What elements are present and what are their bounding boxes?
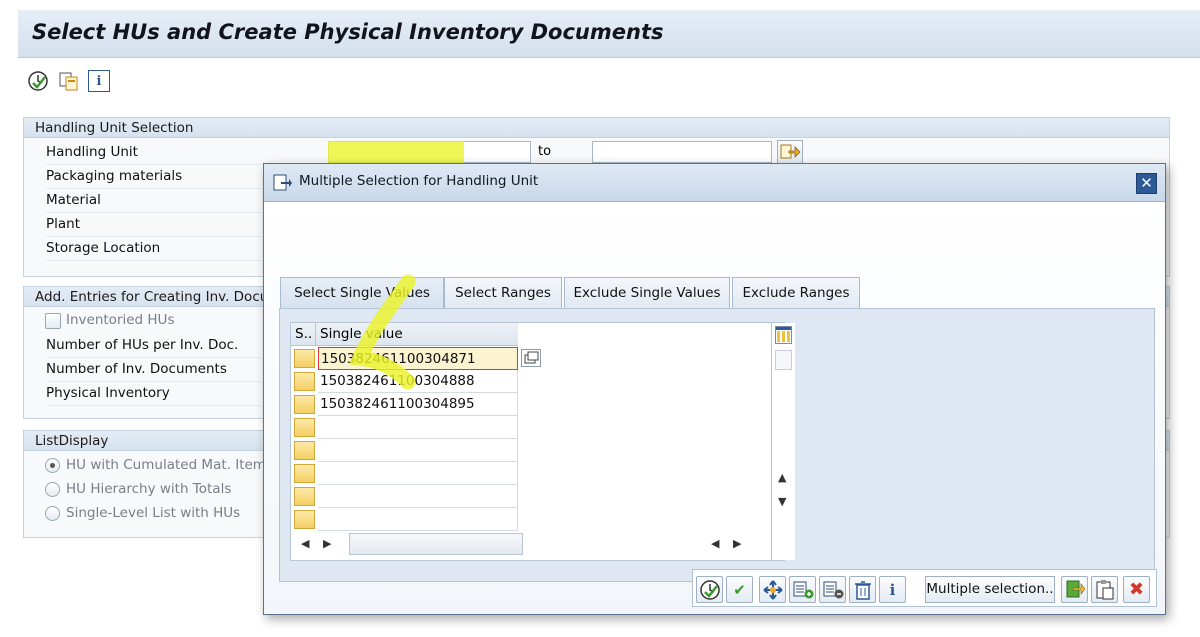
delete-line-button[interactable] <box>819 576 846 603</box>
single-value-cell-empty[interactable] <box>318 508 518 531</box>
inventoried-hus-checkbox[interactable] <box>45 313 61 329</box>
move-icon <box>762 579 783 600</box>
multiple-selection-icon <box>273 174 292 191</box>
field-label-packaging-materials: Packaging materials <box>46 165 261 189</box>
confirm-button[interactable]: ✔ <box>726 576 753 603</box>
to-label: to <box>538 144 552 159</box>
radio-label-hu-hierarchy: HU Hierarchy with Totals <box>66 481 232 497</box>
inventoried-hus-label: Inventoried HUs <box>66 312 175 328</box>
tab-exclude-ranges[interactable]: Exclude Ranges <box>732 277 860 308</box>
handling-unit-to-input[interactable] <box>592 141 772 163</box>
upload-clipboard-button[interactable] <box>1091 576 1118 603</box>
group-header: Handling Unit Selection <box>24 118 1169 138</box>
radio-hu-cumulated[interactable] <box>45 458 60 473</box>
scroll-up-icon[interactable]: ▲ <box>778 471 786 484</box>
scroll-right-icon[interactable]: ▶ <box>733 537 741 550</box>
page-title: Select HUs and Create Physical Inventory… <box>32 20 664 44</box>
import-button[interactable] <box>1061 576 1088 603</box>
clipboard-icon <box>1096 579 1113 599</box>
row-selector[interactable] <box>294 487 315 506</box>
cancel-button[interactable]: ✖ <box>1123 576 1150 603</box>
delete-all-button[interactable] <box>849 576 876 603</box>
execute-button[interactable] <box>696 576 723 603</box>
dialog-button-bar: ✔ i Multiple selection.. ✖ <box>692 569 1157 607</box>
field-label-material: Material <box>46 189 261 213</box>
scroll-right-icon[interactable]: ▶ <box>323 537 331 550</box>
radio-hu-hierarchy[interactable] <box>45 482 60 497</box>
row-selector[interactable] <box>294 349 315 368</box>
help-button[interactable]: i <box>879 576 906 603</box>
tab-exclude-single-values[interactable]: Exclude Single Values <box>564 277 730 308</box>
row-selector[interactable] <box>294 510 315 529</box>
radio-single-level[interactable] <box>45 506 60 521</box>
dialog-body: Select Single Values Select Ranges Exclu… <box>264 203 1165 614</box>
insert-line-button[interactable] <box>789 576 816 603</box>
close-button[interactable]: ✕ <box>1136 173 1157 194</box>
row-selector[interactable] <box>294 372 315 391</box>
import-icon <box>1066 580 1085 597</box>
execute-icon[interactable] <box>27 70 49 92</box>
multiple-selection-arrow-icon <box>780 144 801 159</box>
multiple-selection-button[interactable]: Multiple selection.. <box>925 576 1055 603</box>
column-settings-icon[interactable] <box>775 326 792 344</box>
tab-select-ranges[interactable]: Select Ranges <box>444 277 562 308</box>
scroll-left-icon[interactable]: ◀ <box>301 537 309 550</box>
copy-icon <box>524 351 539 364</box>
row-selector[interactable] <box>294 418 315 437</box>
highlight-marker <box>328 141 464 165</box>
info-icon[interactable]: i <box>88 70 110 92</box>
delete-row-icon <box>823 581 843 598</box>
multiple-selection-arrow-button[interactable] <box>777 140 803 164</box>
single-value-cell-empty[interactable] <box>318 462 518 485</box>
radio-label-single-level: Single-Level List with HUs <box>66 505 241 521</box>
application-toolbar: i <box>18 62 1200 102</box>
checkmark-icon: ✔ <box>733 580 746 599</box>
title-bar: Select HUs and Create Physical Inventory… <box>18 10 1200 58</box>
value-help-button[interactable] <box>521 349 541 367</box>
row-selector[interactable] <box>294 464 315 483</box>
vertical-scrollbar[interactable]: ▲ ▼ <box>771 323 795 560</box>
horizontal-scrollbar[interactable] <box>349 533 523 555</box>
field-label-number-of-docs: Number of Inv. Documents <box>46 358 261 382</box>
trash-icon <box>854 580 871 600</box>
dialog-title-bar: Multiple Selection for Handling Unit ✕ <box>264 164 1165 202</box>
row-selector[interactable] <box>294 441 315 460</box>
info-icon: i <box>889 580 896 599</box>
field-label-hus-per-doc: Number of HUs per Inv. Doc. <box>46 334 261 358</box>
dialog-title: Multiple Selection for Handling Unit <box>299 173 539 189</box>
column-header-selector: S.. <box>291 323 315 346</box>
scroll-down-icon[interactable]: ▼ <box>778 495 786 508</box>
field-label-storage-location: Storage Location <box>46 237 261 261</box>
scroll-thumb[interactable] <box>775 350 792 370</box>
check-entries-button[interactable] <box>759 576 786 603</box>
scroll-left-icon[interactable]: ◀ <box>711 537 719 550</box>
insert-row-icon <box>793 581 813 598</box>
execute-icon <box>699 579 720 600</box>
get-variant-icon[interactable] <box>58 70 80 92</box>
single-value-cell-empty[interactable] <box>318 439 518 462</box>
radio-label-hu-cumulated: HU with Cumulated Mat. Items <box>66 457 273 473</box>
single-value-cell-empty[interactable] <box>318 416 518 439</box>
field-label-plant: Plant <box>46 213 261 237</box>
field-label-physical-inventory: Physical Inventory <box>46 382 261 406</box>
close-icon: ✖ <box>1128 579 1145 600</box>
field-label-handling-unit: Handling Unit <box>46 141 261 165</box>
row-selector[interactable] <box>294 395 315 414</box>
highlight-marker <box>349 274 416 390</box>
single-value-cell-empty[interactable] <box>318 485 518 508</box>
